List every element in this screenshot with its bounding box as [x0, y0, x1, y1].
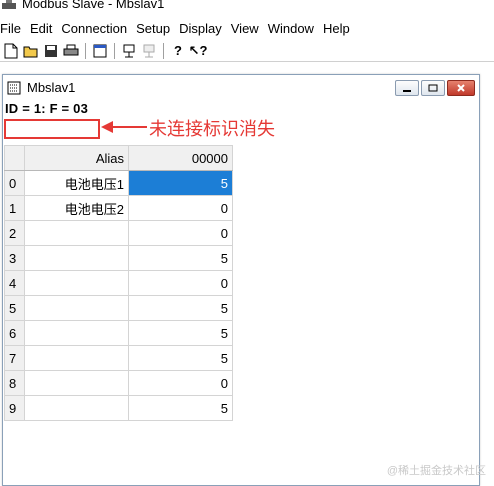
table-row: 9 5: [4, 395, 233, 421]
row-index: 7: [4, 345, 25, 371]
menu-window[interactable]: Window: [264, 18, 319, 40]
value-cell[interactable]: 5: [128, 320, 233, 346]
print-icon[interactable]: [62, 42, 80, 60]
close-button[interactable]: [447, 79, 475, 96]
child-titlebar: Mbslav1: [3, 75, 479, 101]
app-icon: [2, 0, 16, 9]
alias-cell[interactable]: [24, 270, 129, 296]
grid-header-row: Alias 00000: [4, 145, 233, 171]
connect-icon[interactable]: [120, 42, 138, 60]
value-cell[interactable]: 5: [128, 345, 233, 371]
document-icon: [7, 81, 21, 94]
table-row: 0 电池电压1 5: [4, 170, 233, 196]
row-index: 4: [4, 270, 25, 296]
mdi-workspace: Mbslav1 ID = 1: F = 03 未连接标识消失 Alias 000…: [0, 62, 494, 486]
child-window: Mbslav1 ID = 1: F = 03 未连接标识消失 Alias 000…: [2, 74, 480, 486]
row-index: 3: [4, 245, 25, 271]
table-row: 7 5: [4, 345, 233, 371]
row-index: 9: [4, 395, 25, 421]
row-index: 0: [4, 170, 25, 196]
row-index: 6: [4, 320, 25, 346]
alias-cell[interactable]: [24, 320, 129, 346]
alias-cell[interactable]: [24, 295, 129, 321]
row-index: 8: [4, 370, 25, 396]
table-row: 3 5: [4, 245, 233, 271]
annotation-box: [4, 119, 100, 139]
table-row: 4 0: [4, 270, 233, 296]
app-title: Modbus Slave - Mbslav1: [22, 0, 165, 11]
menu-connection[interactable]: Connection: [57, 18, 132, 40]
alias-cell[interactable]: [24, 370, 129, 396]
row-index: 5: [4, 295, 25, 321]
alias-cell[interactable]: [24, 245, 129, 271]
menu-file[interactable]: File: [0, 18, 26, 40]
alias-cell[interactable]: [24, 345, 129, 371]
app-titlebar: Modbus Slave - Mbslav1: [0, 0, 494, 12]
toolbar: ? ↖?: [0, 40, 494, 62]
alias-cell[interactable]: [24, 220, 129, 246]
annotation-arrow: [101, 121, 147, 133]
watermark: @稀土掘金技术社区: [386, 465, 486, 477]
toolbar-separator: [163, 42, 164, 59]
row-index: 1: [4, 195, 25, 221]
menu-view[interactable]: View: [227, 18, 264, 40]
alias-cell[interactable]: 电池电压2: [24, 195, 129, 221]
menu-help[interactable]: Help: [319, 18, 355, 40]
value-cell[interactable]: 5: [128, 170, 233, 196]
table-row: 5 5: [4, 295, 233, 321]
toolbar-separator: [114, 42, 115, 59]
restore-button[interactable]: [421, 79, 445, 96]
value-cell[interactable]: 0: [128, 195, 233, 221]
register-grid: Alias 00000 0 电池电压1 5 1 电池电压2 0 2 0 3 5 …: [4, 145, 233, 421]
menubar: File Edit Connection Setup Display View …: [0, 18, 494, 40]
toolbar-separator: [85, 42, 86, 59]
alias-header[interactable]: Alias: [24, 145, 129, 171]
menu-setup[interactable]: Setup: [132, 18, 175, 40]
value-cell[interactable]: 0: [128, 220, 233, 246]
child-title: Mbslav1: [27, 80, 76, 95]
menu-display[interactable]: Display: [175, 18, 227, 40]
value-cell[interactable]: 5: [128, 395, 233, 421]
new-icon[interactable]: [2, 42, 20, 60]
table-row: 1 电池电压2 0: [4, 195, 233, 221]
table-row: 8 0: [4, 370, 233, 396]
annotation-text: 未连接标识消失: [149, 119, 275, 140]
table-row: 6 5: [4, 320, 233, 346]
table-row: 2 0: [4, 220, 233, 246]
alias-cell[interactable]: [24, 395, 129, 421]
context-help-icon[interactable]: ↖?: [189, 42, 208, 60]
disconnect-icon[interactable]: [140, 42, 158, 60]
slave-status: ID = 1: F = 03: [5, 101, 89, 116]
value-cell[interactable]: 0: [128, 270, 233, 296]
alias-cell[interactable]: 电池电压1: [24, 170, 129, 196]
value-cell[interactable]: 0: [128, 370, 233, 396]
value-header[interactable]: 00000: [128, 145, 233, 171]
help-icon[interactable]: ?: [169, 42, 187, 60]
minimize-button[interactable]: [395, 79, 419, 96]
value-cell[interactable]: 5: [128, 295, 233, 321]
window-icon[interactable]: [91, 42, 109, 60]
menu-edit[interactable]: Edit: [26, 18, 57, 40]
row-index: 2: [4, 220, 25, 246]
save-icon[interactable]: [42, 42, 60, 60]
open-icon[interactable]: [22, 42, 40, 60]
corner-cell[interactable]: [4, 145, 25, 171]
value-cell[interactable]: 5: [128, 245, 233, 271]
window-controls: [395, 79, 479, 96]
